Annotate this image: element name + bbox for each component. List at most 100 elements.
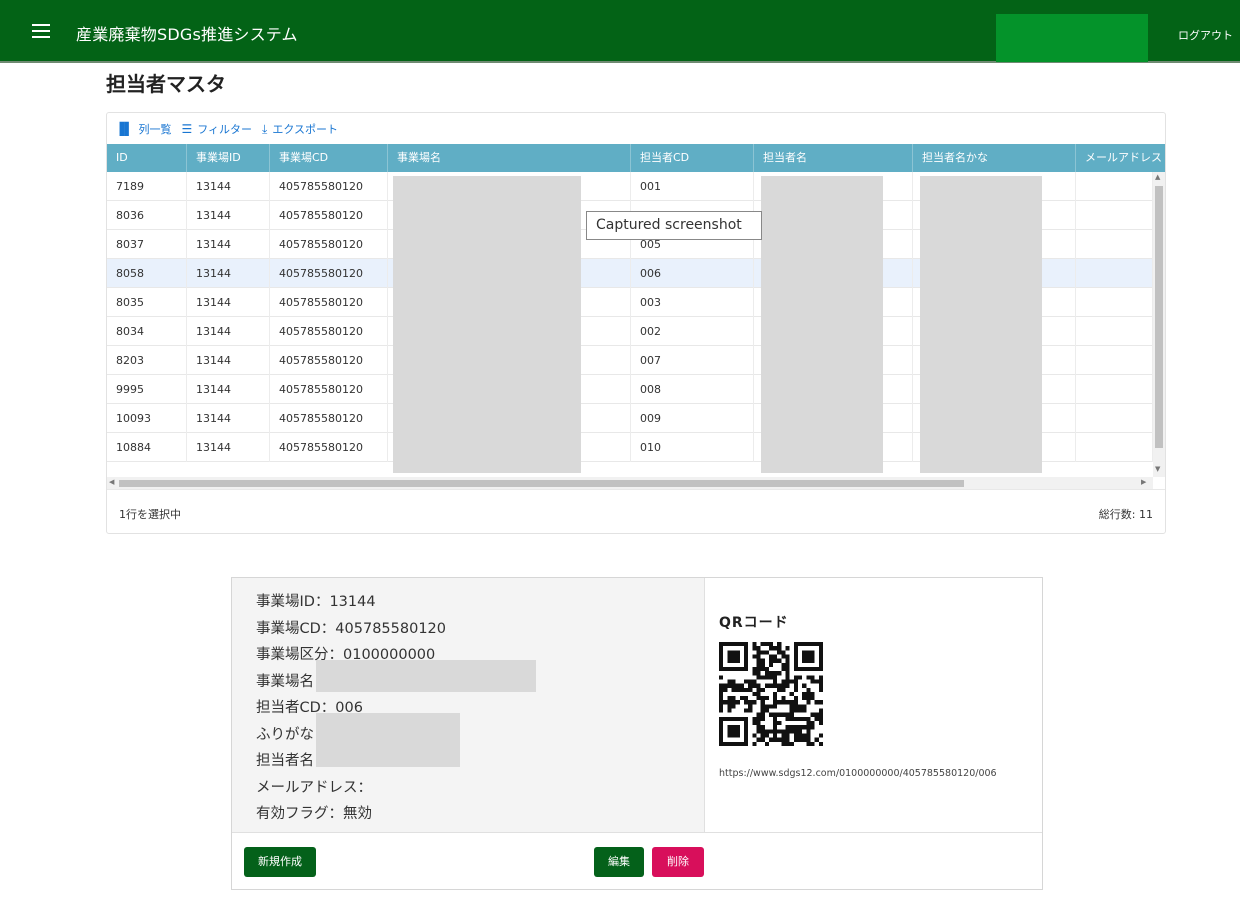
header-id[interactable]: ID bbox=[107, 144, 187, 172]
scroll-up-icon[interactable]: ▲ bbox=[1155, 173, 1160, 181]
cell-id: 8037 bbox=[107, 230, 187, 259]
cell-site-cd: 405785580120 bbox=[270, 317, 388, 346]
horizontal-scroll-thumb[interactable] bbox=[119, 480, 964, 487]
grid-footer: 1行を選択中 総行数: 11 bbox=[107, 489, 1165, 533]
cell-site-id: 13144 bbox=[187, 259, 270, 288]
scroll-down-icon[interactable]: ▼ bbox=[1155, 465, 1160, 473]
cell-id: 8203 bbox=[107, 346, 187, 375]
cell-site-id: 13144 bbox=[187, 230, 270, 259]
header-person-cd[interactable]: 担当者CD bbox=[631, 144, 754, 172]
cell-mail bbox=[1076, 201, 1153, 230]
header-mail[interactable]: メールアドレス bbox=[1076, 144, 1165, 172]
cell-person-cd: 003 bbox=[631, 288, 754, 317]
delete-button[interactable]: 削除 bbox=[652, 847, 704, 877]
new-button[interactable]: 新規作成 bbox=[244, 847, 316, 877]
scroll-right-icon[interactable]: ▶ bbox=[1141, 478, 1146, 486]
cell-id: 8036 bbox=[107, 201, 187, 230]
cell-person-cd: 001 bbox=[631, 172, 754, 201]
cell-mail bbox=[1076, 259, 1153, 288]
cell-id: 8058 bbox=[107, 259, 187, 288]
data-grid: ▐▌ 列一覧 ☰ フィルター ⤓ エクスポート ID 事業場ID 事業場CD 事… bbox=[106, 112, 1166, 534]
cell-mail bbox=[1076, 433, 1153, 462]
cell-site-cd: 405785580120 bbox=[270, 433, 388, 462]
cell-id: 8035 bbox=[107, 288, 187, 317]
qr-title: QRコード bbox=[719, 615, 789, 631]
detail-actions: 新規作成 編集 削除 bbox=[232, 832, 1042, 889]
detail-valid-flag: 有効フラグ：無効 bbox=[256, 806, 372, 822]
header-site-id[interactable]: 事業場ID bbox=[187, 144, 270, 172]
filter-icon: ☰ bbox=[181, 121, 193, 136]
filter-button[interactable]: ☰ フィルター bbox=[181, 121, 252, 137]
cell-site-id: 13144 bbox=[187, 346, 270, 375]
detail-card: 事業場ID：13144 事業場CD：405785580120 事業場区分：010… bbox=[231, 577, 1043, 890]
app-bar: 産業廃棄物SDGs推進システム ログアウト bbox=[0, 0, 1240, 63]
cell-site-id: 13144 bbox=[187, 317, 270, 346]
grid-toolbar: ▐▌ 列一覧 ☰ フィルター ⤓ エクスポート bbox=[107, 113, 1165, 144]
cell-person-cd: 010 bbox=[631, 433, 754, 462]
grid-header-row: ID 事業場ID 事業場CD 事業場名 担当者CD 担当者名 担当者名かな メー… bbox=[107, 144, 1165, 172]
qr-url[interactable]: https://www.sdgs12.com/0100000000/405785… bbox=[719, 768, 997, 779]
detail-mail: メールアドレス： bbox=[256, 779, 372, 796]
columns-button[interactable]: ▐▌ 列一覧 bbox=[115, 121, 171, 137]
cell-id: 10884 bbox=[107, 433, 187, 462]
cell-site-id: 13144 bbox=[187, 375, 270, 404]
redacted-person-names bbox=[761, 176, 883, 473]
redacted-person-kana bbox=[920, 176, 1042, 473]
cell-person-cd: 006 bbox=[631, 259, 754, 288]
cell-site-cd: 405785580120 bbox=[270, 201, 388, 230]
cell-mail bbox=[1076, 375, 1153, 404]
edit-button[interactable]: 編集 bbox=[594, 847, 644, 877]
columns-icon: ▐▌ bbox=[115, 121, 134, 136]
cell-person-cd: 007 bbox=[631, 346, 754, 375]
cell-site-cd: 405785580120 bbox=[270, 259, 388, 288]
logout-link[interactable]: ログアウト bbox=[1178, 27, 1233, 43]
cell-id: 7189 bbox=[107, 172, 187, 201]
cell-mail bbox=[1076, 288, 1153, 317]
export-label: エクスポート bbox=[272, 122, 338, 136]
cell-id: 9995 bbox=[107, 375, 187, 404]
columns-label: 列一覧 bbox=[138, 122, 172, 136]
export-button[interactable]: ⤓ エクスポート bbox=[262, 121, 338, 137]
menu-icon[interactable] bbox=[30, 20, 52, 40]
vertical-scroll-thumb[interactable] bbox=[1155, 186, 1163, 448]
cell-site-cd: 405785580120 bbox=[270, 288, 388, 317]
cell-person-cd: 002 bbox=[631, 317, 754, 346]
selected-count: 1行を選択中 bbox=[119, 508, 181, 521]
cell-site-id: 13144 bbox=[187, 433, 270, 462]
cell-mail bbox=[1076, 346, 1153, 375]
cell-site-id: 13144 bbox=[187, 201, 270, 230]
redacted-site-names bbox=[393, 176, 581, 473]
cell-id: 10093 bbox=[107, 404, 187, 433]
cell-mail bbox=[1076, 230, 1153, 259]
header-site-cd[interactable]: 事業場CD bbox=[270, 144, 388, 172]
filter-label: フィルター bbox=[197, 122, 253, 136]
detail-site-cd: 事業場CD：405785580120 bbox=[256, 620, 446, 637]
scroll-left-icon[interactable]: ◀ bbox=[109, 478, 114, 486]
cell-site-id: 13144 bbox=[187, 404, 270, 433]
cell-site-id: 13144 bbox=[187, 288, 270, 317]
detail-site-id: 事業場ID：13144 bbox=[256, 594, 376, 610]
qr-panel: QRコード https://www.sdgs12.com/0100000000/… bbox=[704, 578, 1042, 832]
cell-person-cd: 008 bbox=[631, 375, 754, 404]
cell-site-cd: 405785580120 bbox=[270, 404, 388, 433]
redacted-person-name bbox=[316, 713, 460, 767]
cell-site-cd: 405785580120 bbox=[270, 375, 388, 404]
header-person-name[interactable]: 担当者名 bbox=[754, 144, 913, 172]
cell-mail bbox=[1076, 317, 1153, 346]
header-person-kana[interactable]: 担当者名かな bbox=[913, 144, 1076, 172]
page-title: 担当者マスタ bbox=[106, 72, 226, 96]
detail-info-panel: 事業場ID：13144 事業場CD：405785580120 事業場区分：010… bbox=[232, 578, 704, 832]
cell-site-cd: 405785580120 bbox=[270, 230, 388, 259]
header-site-name[interactable]: 事業場名 bbox=[388, 144, 631, 172]
horizontal-scrollbar[interactable]: ◀ ▶ bbox=[107, 477, 1153, 489]
cell-site-id: 13144 bbox=[187, 172, 270, 201]
cell-person-cd: 009 bbox=[631, 404, 754, 433]
redacted-header-area bbox=[996, 14, 1148, 62]
cell-id: 8034 bbox=[107, 317, 187, 346]
vertical-scrollbar[interactable]: ▲ ▼ bbox=[1153, 172, 1165, 477]
export-icon: ⤓ bbox=[262, 121, 268, 136]
total-rows: 総行数: 11 bbox=[1098, 508, 1153, 521]
tooltip: Captured screenshot bbox=[586, 211, 762, 240]
cell-site-cd: 405785580120 bbox=[270, 172, 388, 201]
redacted-site-name bbox=[316, 660, 536, 692]
